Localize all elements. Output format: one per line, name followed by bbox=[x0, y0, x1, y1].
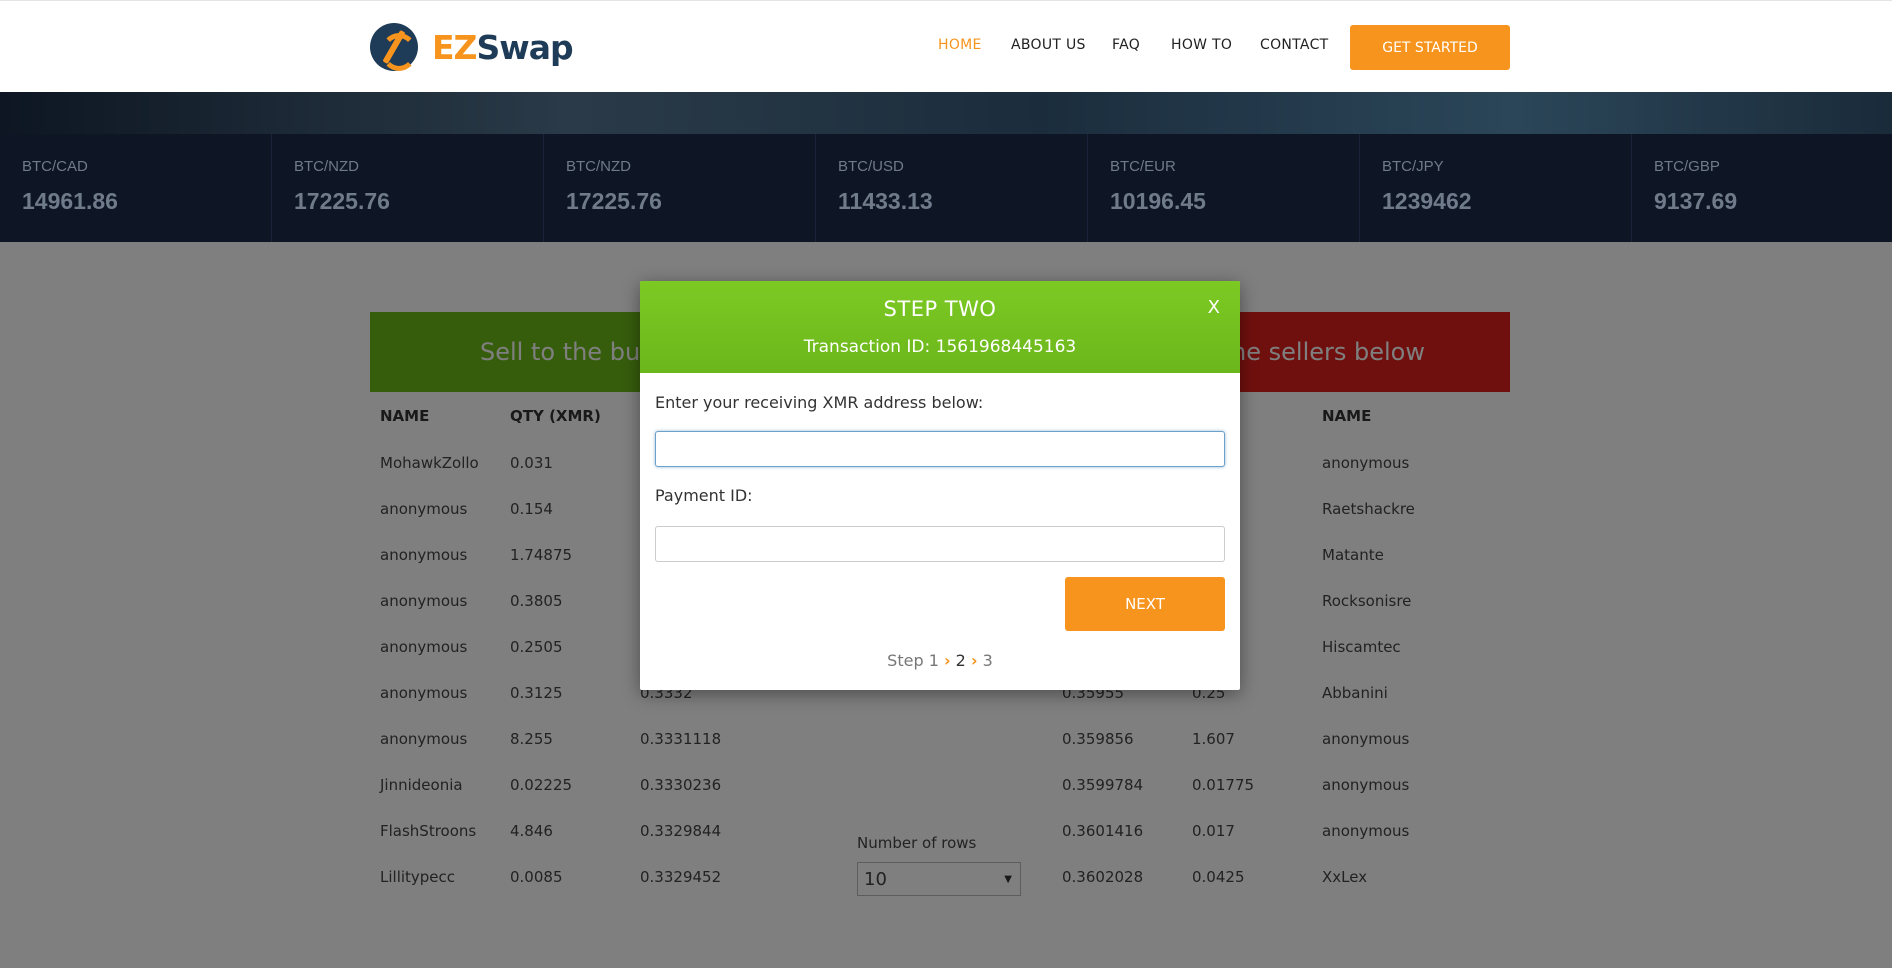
ticker-item: BTC/GBP 9137.69 bbox=[1632, 134, 1892, 242]
logo-icon bbox=[370, 23, 418, 71]
ticker-item: BTC/JPY 1239462 bbox=[1360, 134, 1632, 242]
nav-home[interactable]: HOME bbox=[938, 37, 1011, 53]
ticker-pair: BTC/USD bbox=[838, 158, 904, 175]
payment-id-input[interactable] bbox=[655, 526, 1225, 562]
nav-faq[interactable]: FAQ bbox=[1112, 37, 1171, 53]
ticker-item: BTC/EUR 10196.45 bbox=[1088, 134, 1360, 242]
ticker-pair: BTC/GBP bbox=[1654, 158, 1720, 175]
next-button[interactable]: NEXT bbox=[1065, 577, 1225, 631]
chevron-right-icon: › bbox=[970, 651, 978, 670]
price-ticker: BTC/CAD 14961.86 BTC/NZD 17225.76 BTC/NZD 1… bbox=[0, 134, 1892, 242]
ticker-price: 14961.86 bbox=[22, 188, 118, 214]
ticker-price: 11433.13 bbox=[838, 188, 933, 214]
ticker-price: 10196.45 bbox=[1110, 188, 1206, 214]
ticker-pair: BTC/EUR bbox=[1110, 158, 1176, 175]
nav-about-us[interactable]: ABOUT US bbox=[1011, 37, 1112, 53]
ticker-pair: BTC/NZD bbox=[566, 158, 631, 175]
step-label: Step 1 bbox=[887, 651, 939, 670]
step-next: 3 bbox=[982, 651, 993, 670]
payment-id-label: Payment ID: bbox=[655, 486, 753, 505]
xmr-address-input[interactable] bbox=[655, 431, 1225, 467]
ticker-pair: BTC/NZD bbox=[294, 158, 359, 175]
nav-contact[interactable]: CONTACT bbox=[1260, 37, 1350, 53]
ticker-pair: BTC/JPY bbox=[1382, 158, 1444, 175]
step-indicator: Step 1 › 2 › 3 bbox=[640, 651, 1240, 670]
close-button[interactable]: X bbox=[1208, 297, 1220, 318]
ezswap-logo[interactable]: EZSwap bbox=[370, 23, 574, 71]
ticker-item: BTC/CAD 14961.86 bbox=[0, 134, 272, 242]
hero-banner bbox=[0, 92, 1892, 134]
logo-wordmark: EZSwap bbox=[432, 27, 574, 67]
ticker-item: BTC/NZD 17225.76 bbox=[272, 134, 544, 242]
ticker-price: 1239462 bbox=[1382, 188, 1472, 214]
get-started-button[interactable]: GET STARTED bbox=[1350, 25, 1510, 70]
site-header: EZSwap HOME ABOUT US FAQ HOW TO CONTACT … bbox=[0, 0, 1892, 92]
modal-header: STEP TWO Transaction ID: 1561968445163 X bbox=[640, 281, 1240, 373]
ticker-price: 17225.76 bbox=[294, 188, 390, 214]
nav-how-to[interactable]: HOW TO bbox=[1171, 37, 1260, 53]
ticker-item: BTC/USD 11433.13 bbox=[816, 134, 1088, 242]
step-current: 2 bbox=[955, 651, 966, 670]
ticker-pair: BTC/CAD bbox=[22, 158, 88, 175]
ticker-price: 9137.69 bbox=[1654, 188, 1738, 214]
chevron-right-icon: › bbox=[943, 651, 951, 670]
step-two-modal: STEP TWO Transaction ID: 1561968445163 X… bbox=[640, 281, 1240, 690]
ticker-price: 17225.76 bbox=[566, 188, 662, 214]
transaction-id: Transaction ID: 1561968445163 bbox=[803, 337, 1077, 357]
address-label: Enter your receiving XMR address below: bbox=[655, 393, 984, 412]
ticker-item: BTC/NZD 17225.76 bbox=[544, 134, 816, 242]
main-nav: HOME ABOUT US FAQ HOW TO CONTACT bbox=[938, 37, 1350, 53]
modal-title: STEP TWO bbox=[883, 297, 997, 321]
